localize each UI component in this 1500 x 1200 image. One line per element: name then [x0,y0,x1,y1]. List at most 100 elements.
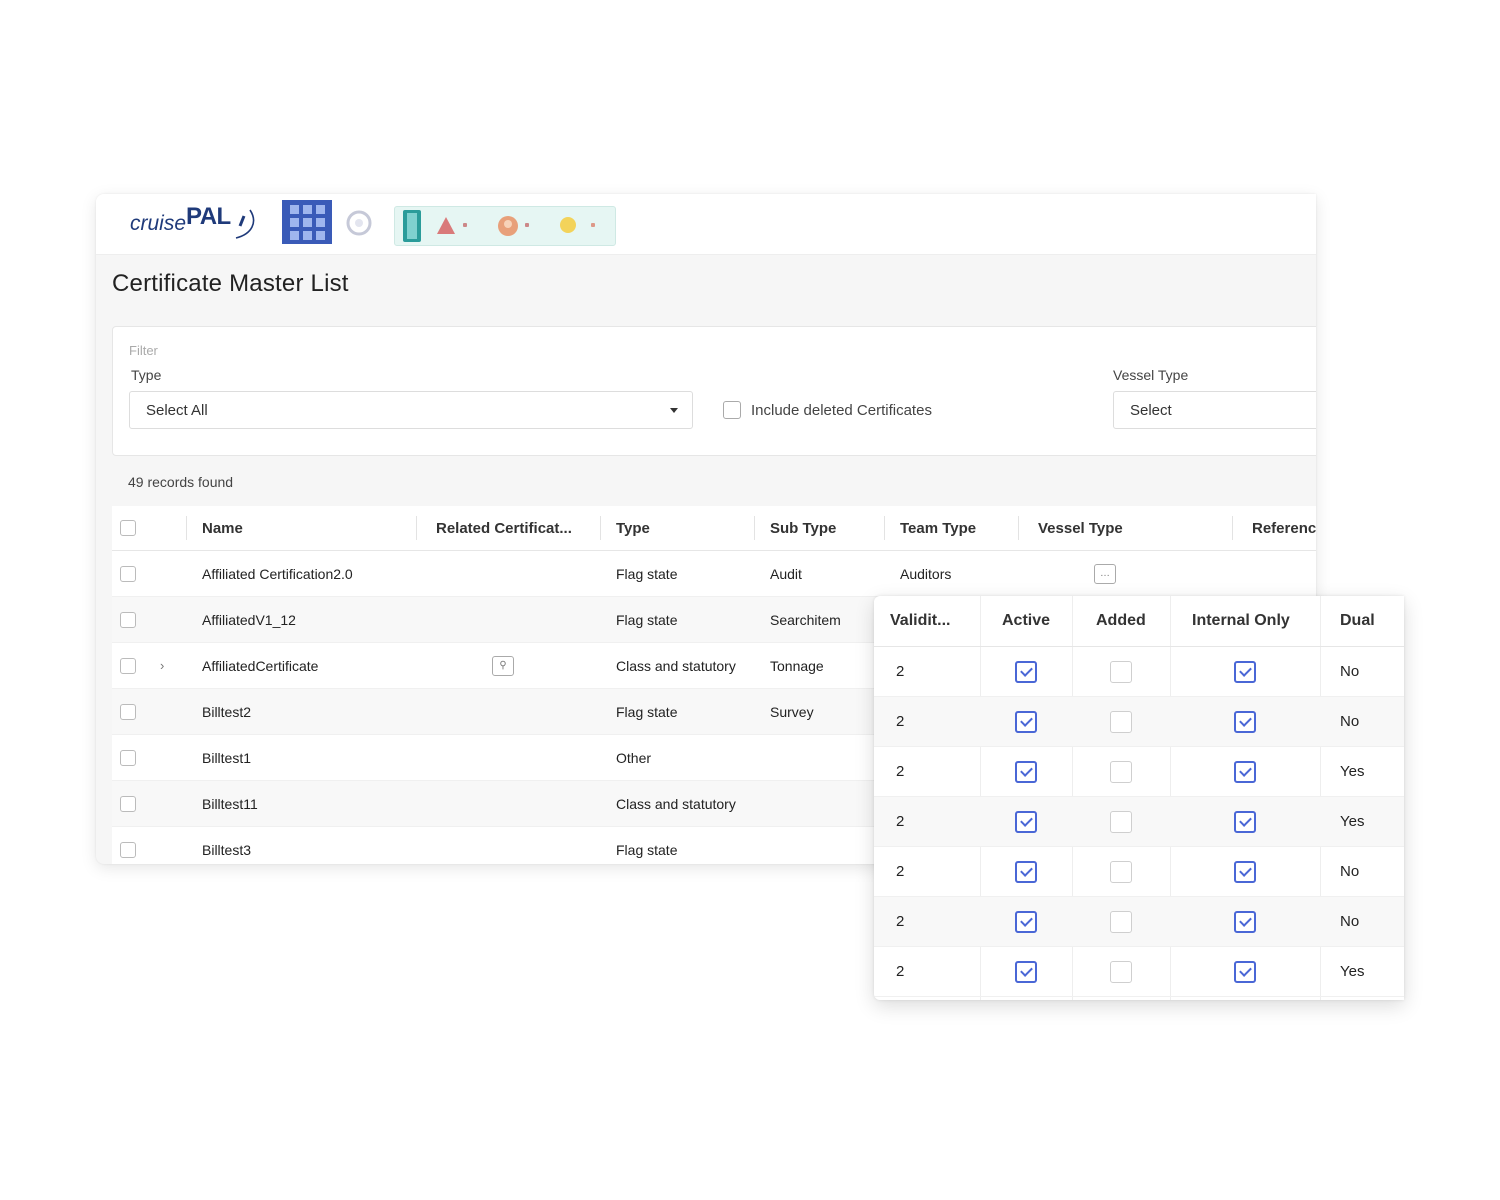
column-header-active[interactable]: Active [1002,596,1050,646]
cell-sub-type: Audit [770,565,802,582]
filter-section-label: Filter [129,343,158,358]
table-row[interactable]: Affiliated Certification2.0 Flag state A… [112,551,1316,597]
internal-only-checkbox[interactable] [1234,960,1256,983]
column-header-internal-only[interactable]: Internal Only [1192,596,1290,646]
grid-header: Name Related Certificat... Type Sub Type… [112,506,1316,551]
internal-only-checkbox[interactable] [1234,710,1256,733]
internal-only-checkbox[interactable] [1234,760,1256,783]
cell-dual: No [1340,663,1360,680]
added-checkbox[interactable] [1110,960,1132,983]
cell-name[interactable]: Affiliated Certification2.0 [202,551,412,596]
internal-only-checkbox[interactable] [1234,810,1256,833]
grid-columns-detail-panel: Validit... Active Added Internal Only Du… [874,596,1404,1000]
row-checkbox[interactable] [120,611,136,628]
row-checkbox[interactable] [120,565,136,582]
added-checkbox[interactable] [1110,910,1132,933]
table-row[interactable]: 2 No [874,647,1404,697]
cell-type: Class and statutory [616,657,736,674]
table-row[interactable]: 2 Yes [874,797,1404,847]
column-header-team-type[interactable]: Team Type [900,506,1010,550]
row-checkbox[interactable] [120,795,136,812]
cell-sub-type: Survey [770,703,814,720]
added-checkbox[interactable] [1110,760,1132,783]
cell-dual: Yes [1340,963,1365,980]
cell-sub-type [770,827,882,864]
apps-grid-icon[interactable] [282,200,332,244]
column-header-vessel-type[interactable]: Vessel Type [1038,506,1218,550]
active-checkbox[interactable] [1015,960,1037,983]
added-checkbox[interactable] [1110,860,1132,883]
include-deleted-checkbox[interactable] [723,401,741,419]
select-all-cell [120,506,136,550]
active-checkbox[interactable] [1015,860,1037,883]
active-checkbox[interactable] [1015,910,1037,933]
internal-only-checkbox[interactable] [1234,860,1256,883]
table-row[interactable]: 2 Yes [874,747,1404,797]
row-checkbox[interactable] [120,703,136,720]
added-checkbox[interactable] [1110,660,1132,683]
chevron-right-icon[interactable]: › [160,658,164,673]
type-select[interactable]: Select All [129,391,693,429]
cell-sub-type [770,735,882,780]
detail-header: Validit... Active Added Internal Only Du… [874,596,1404,647]
cell-dual: Yes [1340,763,1365,780]
active-checkbox[interactable] [1015,660,1037,683]
active-checkbox[interactable] [1015,710,1037,733]
row-checkbox[interactable] [120,657,136,674]
internal-only-checkbox[interactable] [1234,660,1256,683]
cell-dual: No [1340,913,1360,930]
user-avatar-icon[interactable] [497,215,519,237]
idea-dropdown-caret[interactable] [591,223,595,227]
user-dropdown-caret[interactable] [525,223,529,227]
table-row[interactable]: 2 Yes [874,947,1404,997]
cell-team-type: Auditors [900,565,952,582]
cell-type: Flag state [616,611,678,628]
cell-name[interactable]: AffiliatedV1_12 [202,597,412,642]
cell-validity: 2 [896,963,905,980]
include-deleted-label: Include deleted Certificates [751,402,932,419]
column-header-related-certificate[interactable]: Related Certificat... [436,506,586,550]
table-row[interactable]: 2 No [874,847,1404,897]
column-header-type[interactable]: Type [616,506,746,550]
select-all-checkbox[interactable] [120,520,136,536]
logo-swoosh-icon [235,209,255,239]
column-header-sub-type[interactable]: Sub Type [770,506,880,550]
cell-name[interactable]: Billtest3 [202,827,412,864]
column-header-reference[interactable]: Referenc [1252,506,1316,550]
door-icon[interactable] [401,209,423,243]
column-header-added[interactable]: Added [1096,596,1146,646]
page-title: Certificate Master List [112,270,349,297]
cell-dual: Yes [1340,813,1365,830]
column-header-name[interactable]: Name [202,506,402,550]
added-checkbox[interactable] [1110,810,1132,833]
cell-name[interactable]: Billtest2 [202,689,412,734]
cell-type: Other [616,749,652,766]
internal-only-checkbox[interactable] [1234,910,1256,933]
cell-name[interactable]: AffiliatedCertificate [202,643,412,688]
added-checkbox[interactable] [1110,710,1132,733]
active-checkbox[interactable] [1015,810,1037,833]
row-checkbox[interactable] [120,841,136,858]
alert-dropdown-caret[interactable] [463,223,467,227]
cell-type: Flag state [616,565,678,582]
vessel-type-picker-icon[interactable]: … [1094,563,1116,584]
table-row[interactable]: 2 No [874,897,1404,947]
row-checkbox[interactable] [120,749,136,766]
settings-icon[interactable] [344,208,374,238]
table-row[interactable]: 2 No [874,697,1404,747]
certificate-link-icon[interactable]: ⚲ [492,655,514,676]
cell-type: Flag state [616,841,678,858]
logo-text-strong: PAL [186,203,231,230]
cell-name[interactable]: Billtest11 [202,781,412,826]
active-checkbox[interactable] [1015,760,1037,783]
cell-validity: 2 [896,763,905,780]
cell-sub-type: Tonnage [770,657,824,674]
lightbulb-icon[interactable] [557,215,579,237]
cell-name[interactable]: Billtest1 [202,735,412,780]
cell-sub-type [770,781,882,826]
vessel-type-select[interactable]: Select [1113,391,1316,429]
column-header-dual[interactable]: Dual [1340,596,1375,646]
records-found-count: 49 records found [128,474,234,490]
column-header-validity[interactable]: Validit... [890,596,950,646]
alert-icon[interactable] [435,215,457,237]
